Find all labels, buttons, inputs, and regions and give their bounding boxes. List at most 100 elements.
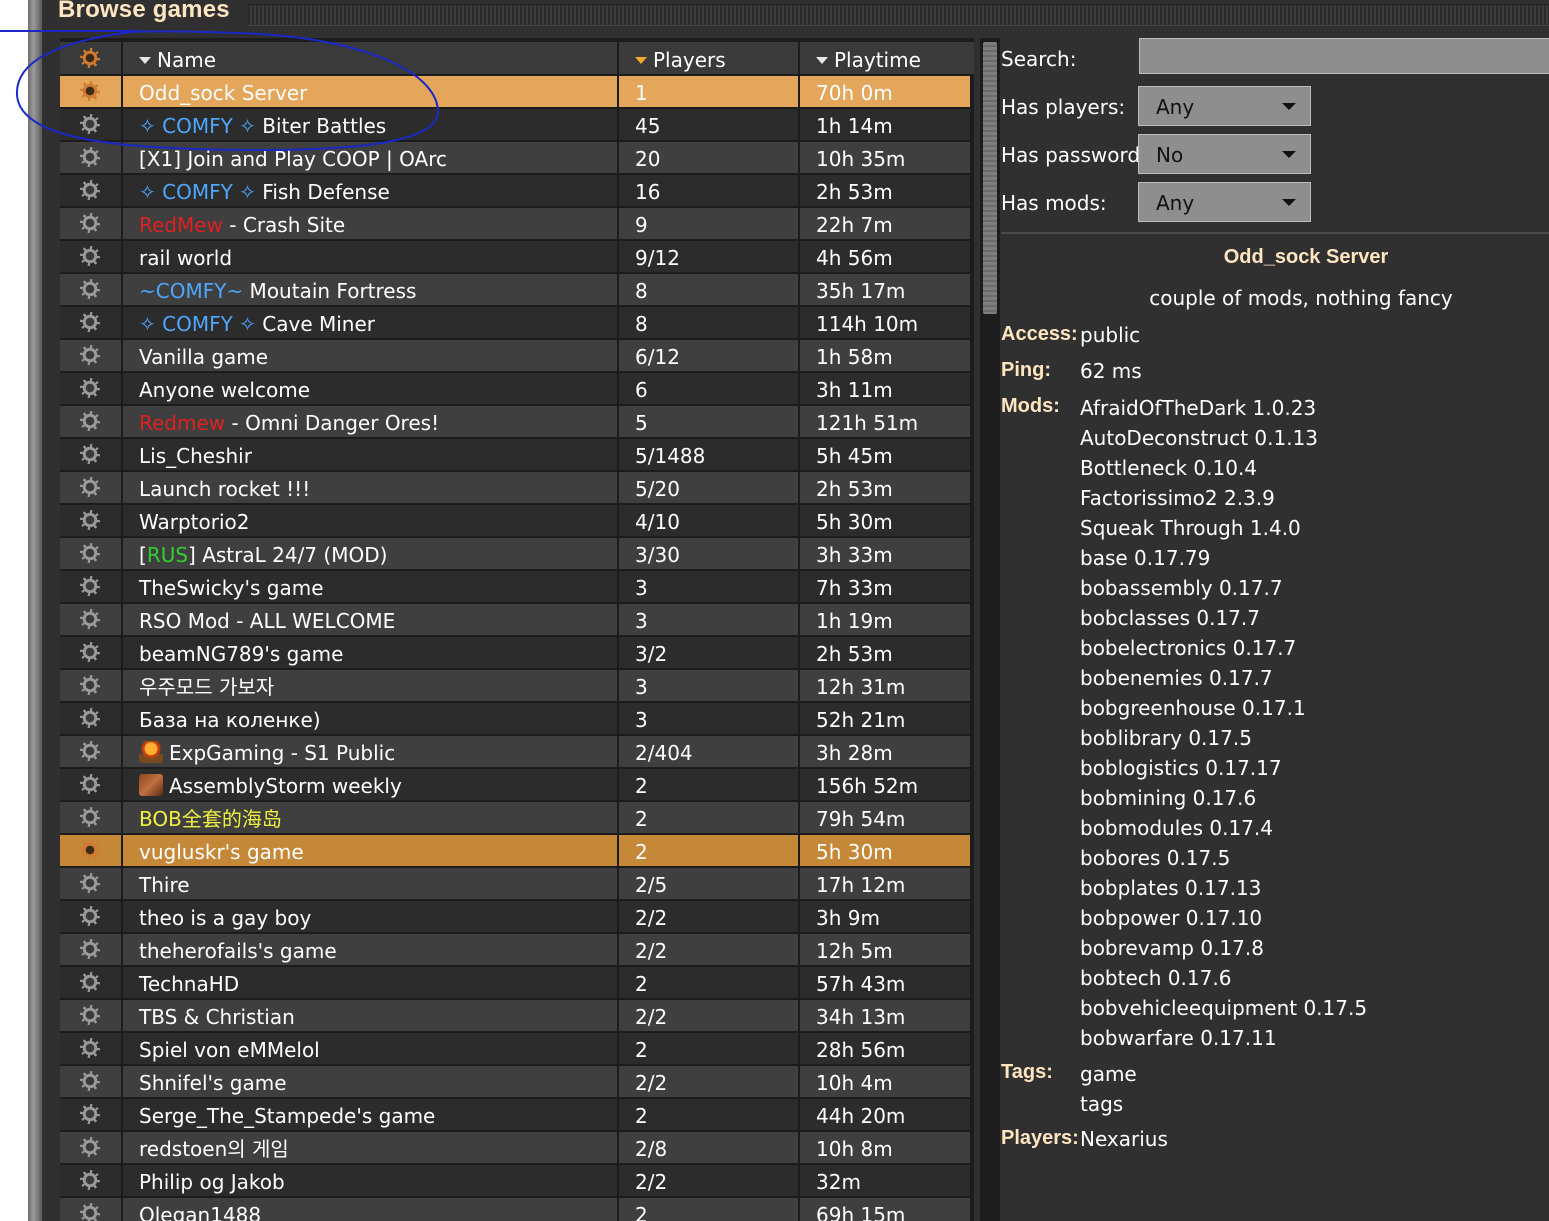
access-label: Access: [1001,323,1078,345]
table-row[interactable]: ~COMFY~ Moutain Fortress 8 35h 17m [60,274,970,307]
table-row[interactable]: theo is a gay boy 2/2 3h 9m [60,901,970,934]
table-row[interactable]: RedMew - Crash Site 9 22h 7m [60,208,970,241]
row-players-cell: 20 [619,142,798,173]
table-scrollbar[interactable] [980,38,1000,1221]
row-name-segment: Cave Miner [255,312,376,336]
table-row[interactable]: Olegan1488 2 69h 15m [60,1198,970,1221]
gear-icon [80,1137,100,1157]
row-playtime-cell: 17h 12m [800,868,970,899]
has-mods-dropdown[interactable]: Any [1138,182,1311,222]
gear-icon [80,213,100,233]
table-row[interactable]: Anyone welcome 6 3h 11m [60,373,970,406]
table-row[interactable]: Vanilla game 6/12 1h 58m [60,340,970,373]
has-password-label: Has password: [1001,143,1147,167]
row-name-cell: beamNG789's game [123,637,617,668]
header-playtime[interactable]: Playtime [800,42,974,74]
row-icon-cell [60,208,121,239]
table-row[interactable]: TheSwicky's game 3 7h 33m [60,571,970,604]
mods-list: AfraidOfTheDark 1.0.23 AutoDeconstruct 0.… [1080,393,1367,1053]
header-players[interactable]: Players [619,42,798,74]
row-name-cell: theo is a gay boy [123,901,617,932]
table-row[interactable]: Philip og Jakob 2/2 32m [60,1165,970,1198]
row-name-segment: Redmew [139,411,226,435]
has-password-dropdown[interactable]: No [1138,134,1311,174]
table-row[interactable]: [X1] Join and Play COOP | OArc 20 10h 35m [60,142,970,175]
row-name-segment: Odd_sock Server [139,81,308,105]
has-players-value: Any [1156,95,1195,119]
row-playtime-cell: 4h 56m [800,241,970,272]
table-row[interactable]: Launch rocket !!! 5/20 2h 53m [60,472,970,505]
row-players-cell: 16 [619,175,798,206]
gear-icon [80,114,100,134]
row-icon-cell [60,802,121,833]
row-playtime-cell: 69h 15m [800,1198,970,1221]
table-row[interactable]: [RUS] AstraL 24/7 (MOD) 3/30 3h 33m [60,538,970,571]
row-players-cell: 2 [619,769,798,800]
mod-item: Squeak Through 1.4.0 [1080,516,1301,540]
gear-icon [80,675,100,695]
table-row[interactable]: Lis_Cheshir 5/1488 5h 45m [60,439,970,472]
row-icon-cell [60,637,121,668]
table-row[interactable]: ✧ COMFY ✧ Cave Miner 8 114h 10m [60,307,970,340]
row-name-cell: Redmew - Omni Danger Ores! [123,406,617,437]
row-name-cell: ✧ COMFY ✧ Biter Battles [123,109,617,140]
row-name-cell: RSO Mod - ALL WELCOME [123,604,617,635]
row-playtime-cell: 3h 28m [800,736,970,767]
title-bar[interactable]: Browse games [42,0,1549,28]
gear-icon [80,972,100,992]
row-name-segment: Launch rocket !!! [139,477,311,501]
table-row[interactable]: ✧ COMFY ✧ Fish Defense 16 2h 53m [60,175,970,208]
row-players-cell: 2/8 [619,1132,798,1163]
table-row[interactable]: theherofails's game 2/2 12h 5m [60,934,970,967]
table-row[interactable]: Redmew - Omni Danger Ores! 5 121h 51m [60,406,970,439]
table-row[interactable]: Shnifel's game 2/2 10h 4m [60,1066,970,1099]
table-row[interactable]: Warptorio2 4/10 5h 30m [60,505,970,538]
has-players-dropdown[interactable]: Any [1138,86,1311,126]
row-name-cell: ✧ COMFY ✧ Cave Miner [123,307,617,338]
table-row[interactable]: ExpGaming - S1 Public 2/404 3h 28m [60,736,970,769]
gear-icon [80,642,100,662]
server-name: Odd_sock Server [1223,246,1389,268]
table-row[interactable]: 우주모드 가보자 3 12h 31m [60,670,970,703]
row-players-cell: 2 [619,1033,798,1064]
row-icon-cell [60,538,121,569]
table-row[interactable]: TechnaHD 2 57h 43m [60,967,970,1000]
gear-icon [80,1005,100,1025]
table-row[interactable]: vugluskr's game 2 5h 30m [60,835,970,868]
row-players-cell: 8 [619,307,798,338]
table-row[interactable]: База на коленке) 3 52h 21m [60,703,970,736]
table-row[interactable]: Spiel von eMMelol 2 28h 56m [60,1033,970,1066]
table-row[interactable]: RSO Mod - ALL WELCOME 3 1h 19m [60,604,970,637]
row-playtime-cell: 10h 8m [800,1132,970,1163]
scrollbar-thumb[interactable] [983,42,997,314]
chevron-down-icon [1282,103,1296,110]
row-icon-cell [60,835,121,866]
mod-item: bobassembly 0.17.7 [1080,576,1283,600]
search-input[interactable] [1139,38,1549,74]
table-row[interactable]: Thire 2/5 17h 12m [60,868,970,901]
mod-item: AutoDeconstruct 0.1.13 [1080,426,1319,450]
row-playtime-cell: 10h 35m [800,142,970,173]
table-row[interactable]: Serge_The_Stampede's game 2 44h 20m [60,1099,970,1132]
row-playtime-cell: 57h 43m [800,967,970,998]
table-row[interactable]: beamNG789's game 3/2 2h 53m [60,637,970,670]
row-icon-cell [60,1198,121,1221]
gear-icon [80,1071,100,1091]
table-row[interactable]: redstoen의 게임 2/8 10h 8m [60,1132,970,1165]
gear-icon [80,741,100,761]
mod-item: bobenemies 0.17.7 [1080,666,1273,690]
table-row[interactable]: rail world 9/12 4h 56m [60,241,970,274]
row-name-cell: Odd_sock Server [123,76,617,107]
table-row[interactable]: TBS & Christian 2/2 34h 13m [60,1000,970,1033]
table-row[interactable]: AssemblyStorm weekly 2 156h 52m [60,769,970,802]
table-row[interactable]: BOB全套的海岛 2 79h 54m [60,802,970,835]
row-playtime-cell: 2h 53m [800,637,970,668]
header-name[interactable]: Name [123,42,617,74]
title-drag-handle[interactable] [248,4,1549,26]
row-playtime-cell: 5h 45m [800,439,970,470]
table-row[interactable]: ✧ COMFY ✧ Biter Battles 45 1h 14m [60,109,970,142]
players-label: Players: [1001,1127,1079,1149]
row-players-cell: 5/1488 [619,439,798,470]
table-row[interactable]: Odd_sock Server 1 70h 0m [60,76,970,109]
row-players-cell: 2/2 [619,1165,798,1196]
